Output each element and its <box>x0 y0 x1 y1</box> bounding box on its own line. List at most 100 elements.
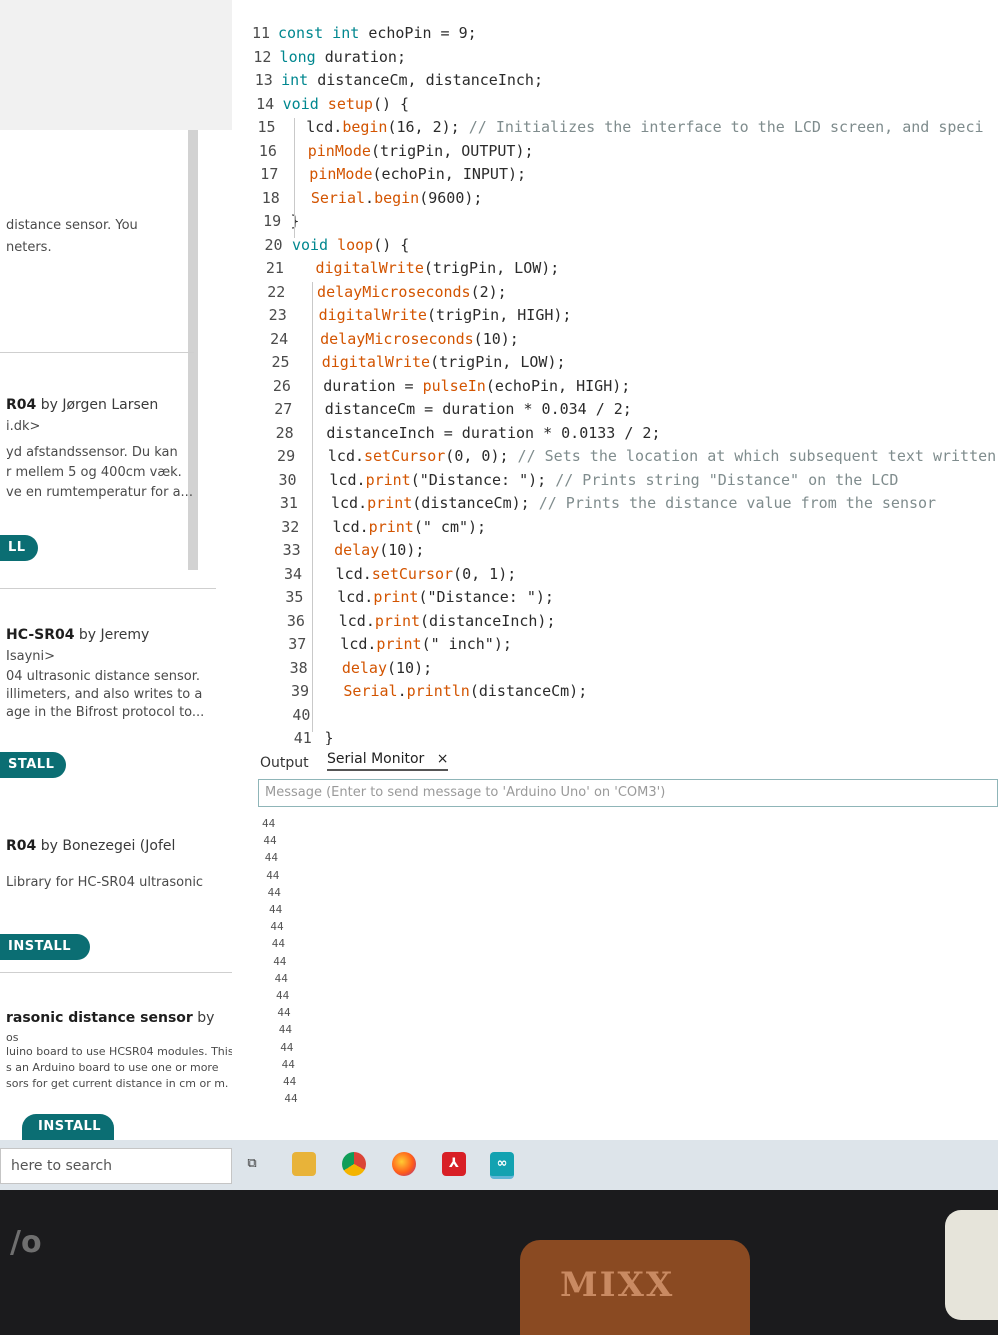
line-number: 17 <box>260 165 279 183</box>
code-line[interactable]: delayMicroseconds(2); <box>317 283 507 301</box>
code-line[interactable]: digitalWrite(trigPin, LOW); <box>316 259 560 277</box>
library-description: Library for HC-SR04 ultrasonic <box>6 875 204 890</box>
code-token: (trigPin, LOW); <box>423 259 560 277</box>
code-line[interactable]: lcd.print(distanceCm); // Prints the dis… <box>331 494 936 512</box>
code-token: void <box>291 235 338 254</box>
code-token: delayMicroseconds <box>317 282 471 301</box>
library-manager-sidebar: distance sensor. You neters. R04 by Jørg… <box>0 0 232 1140</box>
code-editor[interactable]: 11 const int echoPin = 9; 12 long duration;… <box>232 0 998 745</box>
code-line[interactable]: delayMicroseconds(10); <box>320 330 519 348</box>
serial-output-line: 44 <box>281 1057 295 1071</box>
install-button[interactable]: STALL <box>0 752 66 778</box>
code-token: loop <box>337 235 374 254</box>
code-token: print <box>376 635 422 653</box>
code-line[interactable]: int distanceCm, distanceInch; <box>281 71 543 89</box>
code-line[interactable]: void loop() { <box>292 236 409 254</box>
arduino-icon[interactable]: ∞ <box>490 1152 514 1179</box>
code-line[interactable]: pinMode(echoPin, INPUT); <box>309 165 526 183</box>
windows-taskbar: here to search ⧉ ⅄ ∞ <box>0 1140 998 1190</box>
library-title: HC-SR04 by Jeremy <box>6 627 150 643</box>
code-line[interactable]: lcd.print("Distance: "); <box>337 588 554 606</box>
code-token: lcd. <box>327 447 365 465</box>
code-line[interactable]: Serial.println(distanceCm); <box>343 682 587 700</box>
code-line[interactable]: delay(10); <box>334 541 424 559</box>
code-line[interactable]: lcd.print(" inch"); <box>340 635 512 653</box>
code-line[interactable]: pinMode(trigPin, OUTPUT); <box>308 142 534 160</box>
chrome-icon[interactable] <box>342 1152 366 1176</box>
code-token: (distanceCm); <box>412 494 539 512</box>
line-number: 12 <box>253 47 272 66</box>
code-line[interactable]: digitalWrite(trigPin, HIGH); <box>319 306 572 324</box>
code-token: // Initializes the interface to the LCD … <box>468 118 984 136</box>
code-line[interactable]: duration = pulseIn(echoPin, HIGH); <box>323 377 630 395</box>
code-token: pulseIn <box>422 376 486 395</box>
line-number: 33 <box>282 541 301 559</box>
code-token: Serial <box>310 188 366 207</box>
install-button[interactable]: INSTALL <box>0 934 90 960</box>
code-token: // Prints string "Distance" on the LCD <box>555 470 899 489</box>
code-line[interactable]: lcd.setCursor(0, 0); // Sets the locatio… <box>328 447 998 465</box>
close-icon[interactable]: × <box>437 751 449 767</box>
serial-message-input[interactable]: Message (Enter to send message to 'Ardui… <box>258 779 998 807</box>
code-line[interactable]: lcd.begin(16, 2); // Initializes the int… <box>306 118 983 136</box>
serial-output-line: 44 <box>270 920 284 934</box>
sidebar-header-area <box>0 0 232 130</box>
taskbar-search-box[interactable]: here to search <box>0 1148 232 1184</box>
install-button[interactable]: LL <box>0 535 38 561</box>
library-divider <box>0 588 216 589</box>
line-number: 21 <box>265 259 284 277</box>
line-number: 41 <box>293 729 312 745</box>
code-token: digitalWrite <box>321 353 431 371</box>
line-number: 22 <box>267 282 286 301</box>
code-line[interactable]: distanceCm = duration * 0.034 / 2; <box>325 400 632 418</box>
code-line[interactable]: long duration; <box>280 48 406 66</box>
library-description: neters. <box>6 240 52 255</box>
code-token: void <box>282 94 328 113</box>
code-token: begin <box>342 118 388 136</box>
code-token: lcd. <box>335 564 372 583</box>
firefox-icon[interactable] <box>392 1152 416 1176</box>
line-number: 36 <box>286 611 305 630</box>
library-description: s an Arduino board to use one or more <box>6 1061 219 1074</box>
code-token: (10); <box>379 541 425 559</box>
code-token: setCursor <box>364 447 446 465</box>
line-number: 13 <box>254 71 273 89</box>
install-button[interactable]: INSTALL <box>22 1114 114 1140</box>
code-token: lcd. <box>329 470 366 489</box>
file-explorer-icon[interactable] <box>292 1152 316 1176</box>
code-line[interactable]: lcd.print(" cm"); <box>333 518 487 536</box>
line-number: 24 <box>270 329 289 348</box>
bottom-panel: Output Serial Monitor × Message (Enter t… <box>232 745 998 1140</box>
line-number: 27 <box>274 400 293 418</box>
sidebar-scrollbar[interactable] <box>188 130 198 570</box>
line-number: 18 <box>261 188 280 207</box>
code-token: lcd. <box>332 517 369 536</box>
code-token: digitalWrite <box>318 306 427 324</box>
code-line[interactable]: delay(10); <box>342 659 432 677</box>
code-line[interactable]: distanceInch = duration * 0.0133 / 2; <box>326 424 660 442</box>
code-token: (echoPin, INPUT); <box>372 165 527 183</box>
code-token: distanceInch = duration * 0.0133 / 2; <box>326 423 661 442</box>
serial-output-line: 44 <box>269 903 283 916</box>
serial-output-line: 44 <box>277 1006 291 1020</box>
line-number: 28 <box>275 423 294 442</box>
code-token: lcd. <box>338 611 375 630</box>
code-line[interactable]: } <box>325 729 334 745</box>
tab-serial-monitor[interactable]: Serial Monitor × <box>327 751 449 771</box>
code-token: println <box>406 682 470 700</box>
tab-output[interactable]: Output <box>260 755 309 771</box>
code-line[interactable]: Serial.begin(9600); <box>311 189 483 207</box>
code-line[interactable]: void setup() { <box>283 95 409 113</box>
code-line[interactable]: lcd.setCursor(0, 1); <box>336 565 517 583</box>
serial-output-line: 44 <box>267 885 281 899</box>
code-line[interactable]: lcd.print("Distance: "); // Prints strin… <box>329 471 898 489</box>
code-token: () { <box>373 235 410 254</box>
code-token: (0, 1); <box>453 564 517 583</box>
code-token: print <box>368 517 414 536</box>
acrobat-icon[interactable]: ⅄ <box>442 1152 466 1176</box>
code-line[interactable]: digitalWrite(trigPin, LOW); <box>322 353 566 371</box>
code-line[interactable]: const int echoPin = 9; <box>278 24 477 42</box>
code-token: lcd. <box>340 635 377 653</box>
code-line[interactable]: lcd.print(distanceInch); <box>339 612 556 630</box>
task-view-icon[interactable]: ⧉ <box>240 1152 264 1176</box>
